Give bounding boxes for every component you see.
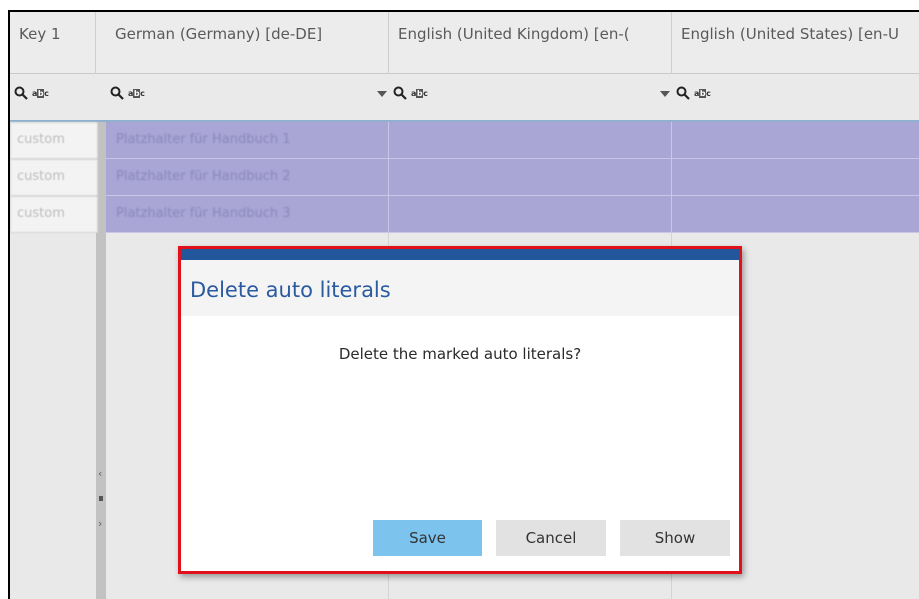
table-row[interactable]: custom Platzhalter für Handbuch 2 [10, 159, 919, 196]
column-header-label: German (Germany) [de-DE] [115, 25, 323, 43]
de-cell[interactable]: Platzhalter für Handbuch 2 [106, 159, 389, 196]
abc-icon-b: b [698, 88, 707, 98]
en-us-cell[interactable] [672, 196, 919, 233]
search-icon[interactable] [393, 86, 407, 100]
en-gb-cell[interactable] [389, 159, 672, 196]
delete-auto-literals-dialog: Delete auto literals Delete the marked a… [178, 246, 742, 574]
filter-cell-key[interactable]: abc [10, 74, 96, 120]
filter-cell-de[interactable]: abc [106, 74, 389, 120]
search-icon[interactable] [676, 86, 690, 100]
column-header-en-us[interactable]: English (United States) [en-U [672, 12, 919, 74]
abc-icon-c: c [423, 88, 428, 98]
text-filter-icon[interactable]: abc [31, 86, 49, 100]
grid-header: Key 1 German (Germany) [de-DE] English (… [10, 12, 919, 74]
search-icon[interactable] [14, 86, 28, 100]
abc-icon-b: b [132, 88, 141, 98]
en-us-cell[interactable] [672, 122, 919, 159]
chevron-down-icon[interactable] [660, 91, 670, 97]
save-button[interactable]: Save [373, 520, 482, 556]
abc-icon-b: b [415, 88, 424, 98]
table-row[interactable]: custom Platzhalter für Handbuch 1 [10, 122, 919, 159]
de-cell-text: Platzhalter für Handbuch 2 [116, 169, 291, 184]
text-filter-icon[interactable]: abc [693, 86, 711, 100]
abc-icon-c: c [44, 88, 49, 98]
filter-row: abc abc abc abc [10, 74, 919, 122]
filter-cell-en-gb[interactable]: abc [389, 74, 672, 120]
dialog-accent-bar [181, 249, 739, 260]
cancel-button[interactable]: Cancel [496, 520, 606, 556]
filter-cell-en-us[interactable]: abc [672, 74, 919, 120]
abc-icon-c: c [706, 88, 711, 98]
de-cell[interactable]: Platzhalter für Handbuch 3 [106, 196, 389, 233]
column-header-label: Key 1 [19, 25, 61, 43]
column-header-key[interactable]: Key 1 [10, 12, 96, 74]
text-filter-icon[interactable]: abc [127, 86, 145, 100]
column-header-en-gb[interactable]: English (United Kingdom) [en-( [389, 12, 672, 74]
key-cell[interactable]: custom [10, 122, 98, 159]
abc-icon-c: c [140, 88, 145, 98]
column-header-label: English (United States) [en-U [681, 25, 899, 43]
en-us-cell[interactable] [672, 159, 919, 196]
chevron-down-icon[interactable] [377, 91, 387, 97]
de-cell-text: Platzhalter für Handbuch 1 [116, 132, 291, 147]
column-header-de[interactable]: German (Germany) [de-DE] [106, 12, 389, 74]
column-header-label: English (United Kingdom) [en-( [398, 25, 630, 43]
dialog-titlebar[interactable]: Delete auto literals [181, 260, 739, 316]
show-button[interactable]: Show [620, 520, 730, 556]
dialog-message: Delete the marked auto literals? [338, 345, 582, 363]
key-cell[interactable]: custom [10, 196, 98, 233]
de-cell-text: Platzhalter für Handbuch 3 [116, 206, 291, 221]
dialog-title: Delete auto literals [190, 278, 391, 302]
de-cell[interactable]: Platzhalter für Handbuch 1 [106, 122, 389, 159]
search-icon[interactable] [110, 86, 124, 100]
key-cell[interactable]: custom [10, 159, 98, 196]
abc-icon-b: b [36, 88, 45, 98]
en-gb-cell[interactable] [389, 122, 672, 159]
text-filter-icon[interactable]: abc [410, 86, 428, 100]
en-gb-cell[interactable] [389, 196, 672, 233]
table-row[interactable]: custom Platzhalter für Handbuch 3 [10, 196, 919, 233]
